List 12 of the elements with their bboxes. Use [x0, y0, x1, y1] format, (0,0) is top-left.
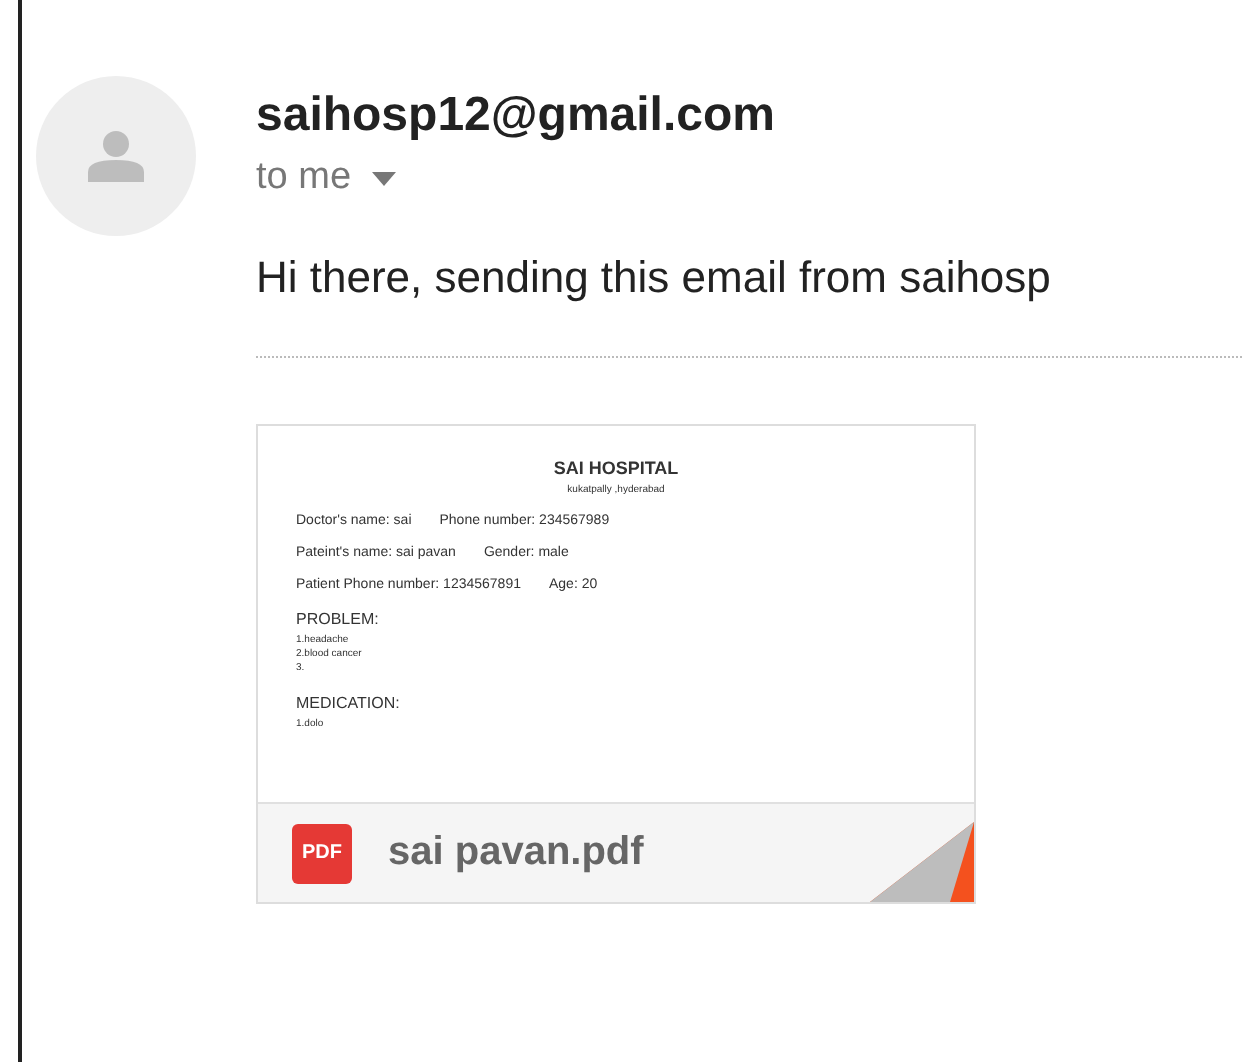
section-heading: MEDICATION: [296, 694, 402, 712]
attachment-card[interactable] [256, 424, 976, 904]
person-icon [88, 130, 144, 182]
message-body: Hi there, sending this email from saihosp [256, 252, 1053, 304]
page-corner-icon [870, 822, 974, 902]
caret-icon[interactable] [371, 171, 396, 185]
section-heading: PROBLEM: [296, 610, 381, 628]
sender-address: saihosp12@gmail.com [256, 88, 777, 144]
file-type-icon: PDF [292, 823, 352, 883]
file-name: sai pavan.pdf [388, 830, 644, 876]
document-title: SAI HOSPITAL [551, 458, 681, 478]
recipient-label: to me [256, 156, 352, 200]
